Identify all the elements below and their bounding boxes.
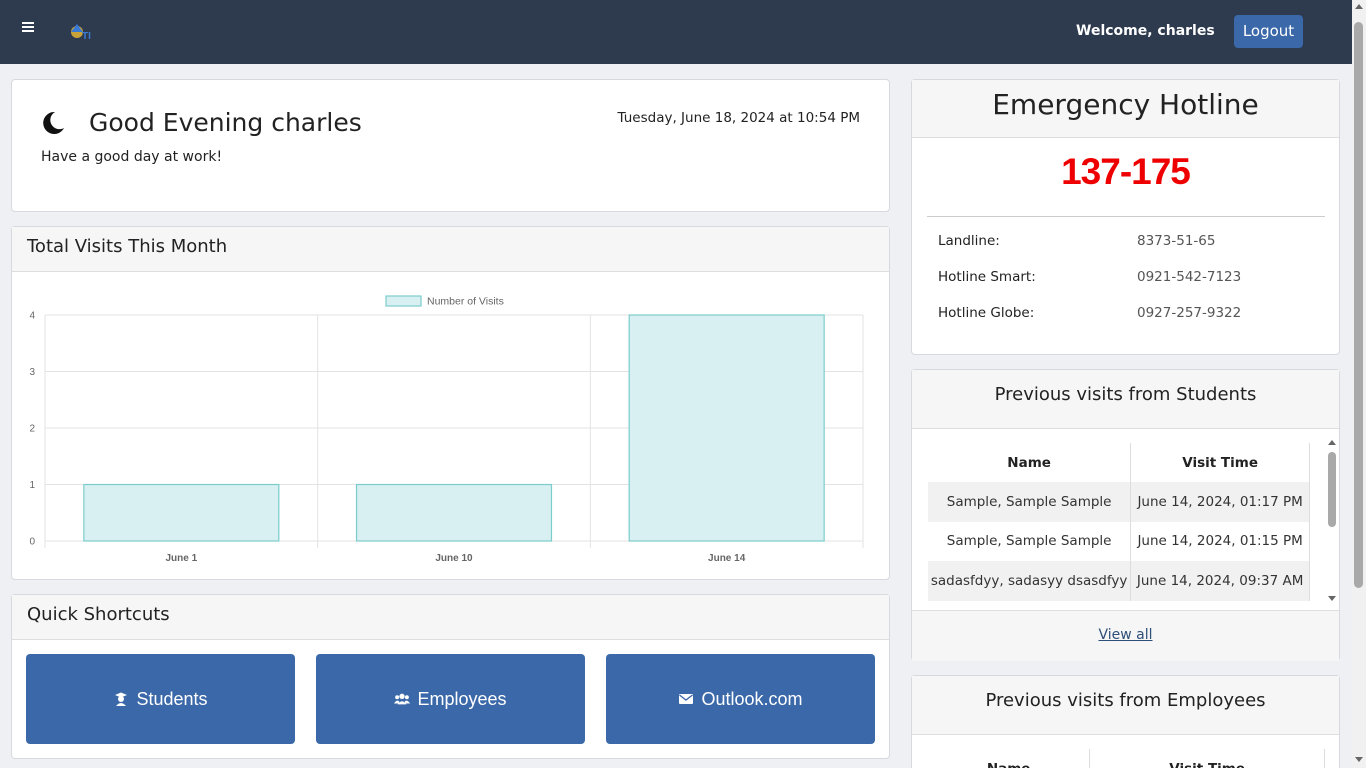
greeting-subtitle: Have a good day at work! [41, 149, 223, 165]
column-header-visit-time: Visit Time [1130, 443, 1310, 482]
hotline-value: 8373-51-65 [1137, 233, 1216, 249]
employee-visits-table: Name Visit Time [928, 749, 1325, 768]
top-navbar: TI Welcome, charles Logout [0, 0, 1352, 64]
emergency-hotline-card: Emergency Hotline 137-175 Landline: 8373… [911, 79, 1340, 355]
bar [355, 483, 553, 542]
visitor-name-cell: sadasfdyy, sadasyy dsasdfyy [928, 561, 1132, 601]
visits-card-title: Total Visits This Month [12, 227, 889, 272]
moon-icon [43, 111, 64, 134]
scroll-down-icon[interactable] [1355, 757, 1363, 762]
greeting-card: Good Evening charles Have a good day at … [11, 79, 890, 212]
users-icon [394, 693, 411, 705]
hotline-row-landline: Landline: 8373-51-65 [938, 233, 1324, 253]
student-visits-footer: View all [912, 610, 1339, 661]
students-shortcut-label: Students [136, 688, 208, 709]
student-visits-table: Name Visit Time Sample, Sample Sample Ju… [928, 443, 1310, 601]
hotline-value: 0927-257-9322 [1137, 305, 1242, 321]
outlook-shortcut-label: Outlook.com [701, 688, 803, 709]
employees-shortcut-label: Employees [417, 688, 507, 709]
bar [628, 314, 825, 542]
employees-shortcut-button[interactable]: Employees [316, 654, 585, 744]
page-scrollbar[interactable] [1352, 0, 1366, 768]
previous-student-visits-card: Previous visits from Students Name Visit… [911, 369, 1340, 661]
logout-button[interactable]: Logout [1234, 15, 1303, 48]
current-datetime: Tuesday, June 18, 2024 at 10:54 PM [617, 110, 860, 126]
hotline-label: Hotline Globe: [938, 305, 1035, 321]
table-scrollbar-thumb[interactable] [1328, 452, 1336, 527]
visitor-name-cell: Sample, Sample Sample [928, 521, 1132, 561]
hotline-divider [927, 216, 1325, 217]
outlook-shortcut-button[interactable]: Outlook.com [606, 654, 875, 744]
x-tick-label: June 10 [435, 553, 473, 564]
table-row[interactable]: Sample, Sample Sample June 14, 2024, 01:… [928, 521, 1310, 561]
y-tick-label: 4 [29, 311, 35, 322]
scroll-up-icon[interactable] [1328, 440, 1336, 445]
y-tick-label: 2 [29, 424, 35, 435]
view-all-link[interactable]: View all [1098, 627, 1152, 643]
bar [83, 483, 280, 542]
student-icon [115, 692, 128, 706]
visits-chart-card: Total Visits This Month 0 1 2 3 4 June 1 June … [11, 226, 890, 580]
visitor-name-cell: Sample, Sample Sample [928, 482, 1132, 522]
y-tick-label: 0 [29, 537, 35, 548]
visits-bar-chart: 0 1 2 3 4 June 1 June 10 June 14 Number of Visit… [29, 295, 864, 564]
previous-employee-visits-card: Previous visits from Employees Name Visi… [911, 675, 1340, 768]
shortcuts-title: Quick Shortcuts [12, 595, 889, 640]
hamburger-menu-icon[interactable] [22, 20, 36, 34]
scrollbar-thumb[interactable] [1354, 22, 1363, 588]
scroll-up-icon[interactable] [1355, 4, 1363, 9]
visit-time-cell: June 14, 2024, 01:17 PM [1130, 482, 1310, 522]
welcome-text: Welcome, charles [1076, 23, 1215, 39]
x-tick-label: June 1 [165, 553, 197, 564]
y-tick-label: 1 [29, 480, 35, 491]
employee-visits-title: Previous visits from Employees [912, 676, 1339, 735]
visit-time-cell: June 14, 2024, 09:37 AM [1130, 561, 1310, 601]
legend-swatch [385, 295, 422, 307]
table-row[interactable]: Sample, Sample Sample June 14, 2024, 01:… [928, 482, 1310, 522]
student-visits-table-container[interactable]: Name Visit Time Sample, Sample Sample Ju… [928, 443, 1310, 607]
legend-label: Number of Visits [427, 296, 504, 308]
quick-shortcuts-card: Quick Shortcuts Students Employees Outlo… [11, 594, 890, 759]
column-header-name: Name [928, 749, 1091, 768]
hotline-row-smart: Hotline Smart: 0921-542-7123 [938, 269, 1324, 289]
hotline-label: Landline: [938, 233, 1000, 249]
column-header-visit-time: Visit Time [1089, 749, 1325, 768]
employee-visits-table-container[interactable]: Name Visit Time [928, 749, 1325, 768]
logo-icon: TI [71, 24, 91, 42]
y-tick-label: 3 [29, 367, 35, 378]
envelope-icon [679, 694, 694, 704]
hotline-row-globe: Hotline Globe: 0927-257-9322 [938, 305, 1324, 325]
visit-time-cell: June 14, 2024, 01:15 PM [1130, 521, 1310, 561]
student-visits-title: Previous visits from Students [912, 370, 1339, 429]
x-tick-label: June 14 [708, 553, 746, 564]
table-row[interactable]: sadasfdyy, sadasyy dsasdfyy June 14, 202… [928, 561, 1310, 601]
svg-text:TI: TI [82, 31, 91, 42]
students-shortcut-button[interactable]: Students [26, 654, 295, 744]
column-header-name: Name [928, 443, 1132, 482]
hotline-number: 137-175 [1061, 151, 1191, 192]
hotline-value: 0921-542-7123 [1137, 269, 1242, 285]
hotline-label: Hotline Smart: [938, 269, 1036, 285]
greeting-title: Good Evening charles [89, 108, 362, 137]
scroll-down-icon[interactable] [1328, 596, 1336, 601]
hotline-title: Emergency Hotline [912, 80, 1339, 138]
table-scrollbar[interactable] [1326, 437, 1340, 605]
